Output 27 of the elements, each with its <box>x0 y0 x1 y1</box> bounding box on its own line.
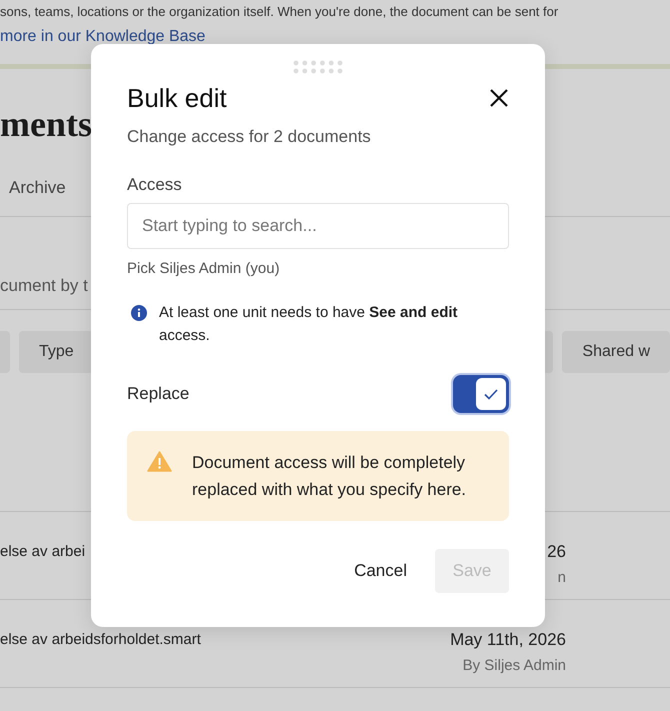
search-field[interactable]: Start typing to search... <box>127 203 509 249</box>
document-name[interactable]: else av arbeidsforholdet.smart <box>0 630 450 687</box>
toggle-label: Replace <box>127 383 190 406</box>
drag-handle-icon[interactable] <box>293 60 343 74</box>
date-text: May 11th, 2026 <box>450 630 566 650</box>
dialog-subtitle: Change access for 2 documents <box>127 126 372 148</box>
info-text: At least one unit needs to have See and edit access. <box>159 303 459 346</box>
cancel-button[interactable]: Cancel <box>354 558 407 584</box>
knowledge-base-link[interactable]: more in our Knowledge Base <box>0 28 206 46</box>
field-label: Access <box>127 174 183 196</box>
search-field[interactable]: cument by t <box>0 276 88 295</box>
warning-text: Document access will be completely replaced with what you specify here. <box>192 452 468 501</box>
warning-icon <box>147 451 172 472</box>
author-text: n <box>556 568 566 588</box>
user-link[interactable]: Siljes Admin (you) <box>160 260 280 277</box>
date-text: 26 <box>547 542 566 562</box>
toggle-switch[interactable] <box>453 375 509 413</box>
close-icon[interactable] <box>489 88 509 108</box>
tab[interactable]: Archive <box>9 176 66 200</box>
check-icon <box>484 388 498 400</box>
page-heading: ments <box>0 103 92 146</box>
intro-text: sons, teams, locations or the organization itself. When you're done, the document can be sent for <box>0 4 558 19</box>
dialog-title: Bulk edit <box>127 82 227 114</box>
author-text: By Siljes Admin <box>462 656 566 676</box>
filter-button[interactable]: Shared w <box>562 331 670 373</box>
info-icon <box>131 305 147 321</box>
pick-label: Pick <box>127 260 156 277</box>
